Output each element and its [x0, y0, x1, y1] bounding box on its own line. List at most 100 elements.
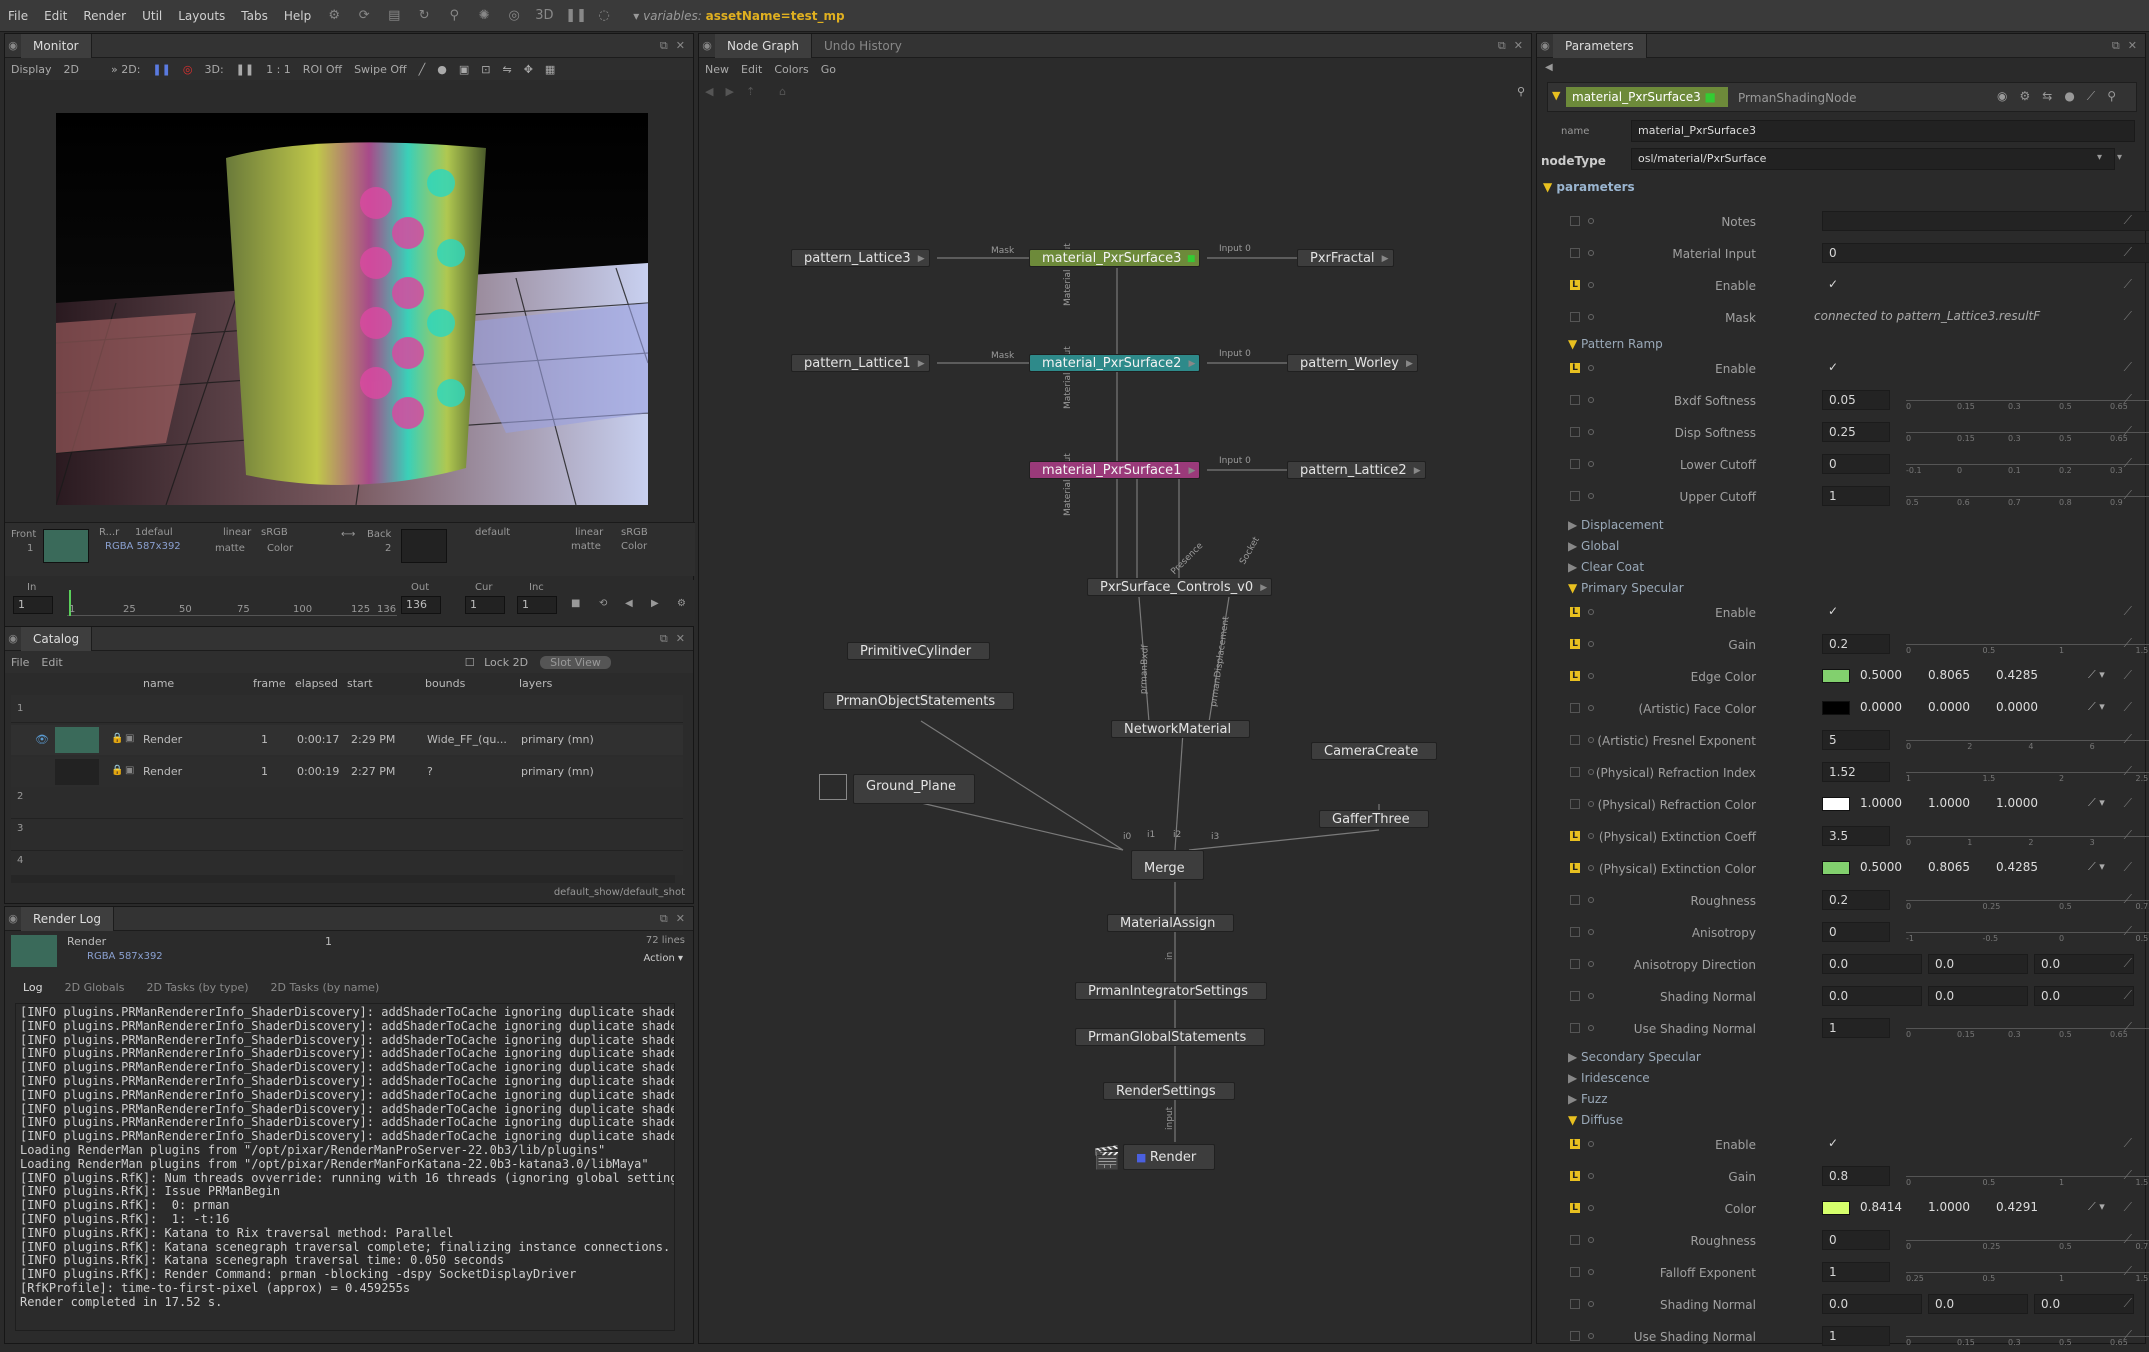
param-slider[interactable]	[1906, 1336, 2149, 1337]
back-default[interactable]: default	[475, 527, 510, 538]
collapsed-group[interactable]: ▶ Secondary Specular	[1568, 1050, 1701, 1064]
crosshair-icon[interactable]: ✥	[518, 63, 539, 76]
copy-icon[interactable]: ▣	[453, 63, 475, 76]
param-value-field[interactable]: 0.25	[1822, 422, 1890, 442]
vector-field[interactable]: 0.0	[1822, 1294, 1922, 1314]
catalog-hscrollbar[interactable]	[11, 875, 675, 883]
param-value-field[interactable]: 0	[1822, 922, 1890, 942]
param-slider[interactable]	[1906, 900, 2149, 901]
node-pattern-lattice1[interactable]: pattern_Lattice1▶	[791, 354, 930, 372]
param-value-field[interactable]: 0	[1822, 243, 2149, 263]
pin-icon[interactable]: ⟋	[2124, 700, 2132, 715]
action-menu[interactable]: Action ▾	[643, 953, 683, 964]
timeline-track[interactable]: 1 25 50 75 100 125 136	[67, 590, 397, 616]
param-value-field[interactable]: 0	[1822, 454, 1890, 474]
pause-icon[interactable]: ❚❚	[565, 7, 583, 25]
node-prman-object-statements[interactable]: PrmanObjectStatements	[823, 692, 1014, 710]
node-material-pxrsurface2[interactable]: material_PxrSurface2▶	[1029, 354, 1200, 372]
pin-icon[interactable]: ⟋	[2124, 1136, 2132, 1151]
roi-menu[interactable]: ROI Off	[297, 63, 348, 76]
pin-icon[interactable]: ⟋	[2124, 245, 2132, 260]
pin-icon[interactable]: ⟋	[2124, 360, 2132, 375]
stop-icon[interactable]: ◌	[595, 7, 613, 25]
param-slider[interactable]	[1906, 400, 2149, 401]
back-thumbnail[interactable]	[401, 529, 447, 563]
pin-icon[interactable]: ⟋	[2124, 424, 2132, 439]
param-value-field[interactable]: 1.52	[1822, 762, 1890, 782]
param-value-field[interactable]: 0.2	[1822, 890, 1890, 910]
param-slider[interactable]	[1906, 644, 2149, 645]
color-swatch[interactable]	[1822, 669, 1850, 683]
tab-monitor[interactable]: Monitor	[21, 34, 92, 58]
lock-toggle[interactable]: L	[1570, 671, 1580, 681]
param-slider[interactable]	[1906, 932, 2149, 933]
tab-parameters[interactable]: Parameters	[1553, 34, 1647, 58]
color-channel-b[interactable]: 0.4291	[1996, 1200, 2038, 1214]
catalog-row[interactable]: 🔒 ▣ Render 1 0:00:19 2:27 PM ? primary (…	[11, 757, 683, 787]
lock-icon[interactable]: 🔒	[111, 733, 123, 744]
pin-icon[interactable]: ⟋	[2124, 668, 2132, 683]
catalog-row[interactable]: 2	[11, 789, 683, 819]
param-slider[interactable]	[1906, 496, 2149, 497]
tab-2d-tasks-name[interactable]: 2D Tasks (by name)	[271, 981, 380, 1001]
save-small-icon[interactable]: ▣	[125, 733, 134, 744]
back-srgb[interactable]: sRGB	[621, 527, 648, 538]
params-back-icon[interactable]: ◀	[1545, 62, 1553, 73]
param-value-field[interactable]: 0.8	[1822, 1166, 1890, 1186]
col-frame[interactable]: frame	[253, 677, 286, 690]
lock-toggle[interactable]: L	[1570, 280, 1580, 290]
vector-field[interactable]: 0.0	[1928, 954, 2028, 974]
diffuse-header[interactable]: ▼ Diffuse	[1568, 1113, 1623, 1127]
menu-edit[interactable]: Edit	[36, 9, 75, 23]
col-bounds[interactable]: bounds	[425, 677, 465, 690]
pin-icon[interactable]: ⟋	[2124, 1020, 2132, 1035]
zoom-ratio[interactable]: 1 : 1	[260, 63, 297, 76]
variables-dropdown[interactable]: ▾ variables: assetName=test_mp	[633, 9, 844, 23]
color-channel-r[interactable]: 0.5000	[1860, 668, 1902, 682]
vector-field[interactable]: 0.0	[2034, 986, 2134, 1006]
vector-field[interactable]: 0.0	[2034, 1294, 2134, 1314]
pin-icon[interactable]: ⟋	[2124, 796, 2132, 811]
param-slider[interactable]	[1906, 1240, 2149, 1241]
lock-toggle[interactable]	[1570, 395, 1580, 405]
pen-icon[interactable]: ╱	[413, 63, 432, 76]
color-channel-b[interactable]: 0.4285	[1996, 668, 2038, 682]
color-picker-icon[interactable]: ⟋ ▾	[2088, 860, 2105, 874]
primary-specular-header[interactable]: ▼ Primary Specular	[1568, 581, 1684, 595]
pin-icon[interactable]: ⟋	[2124, 764, 2132, 779]
color-swatch[interactable]	[1822, 1201, 1850, 1215]
params-close-icon[interactable]: ✕	[2128, 39, 2137, 53]
pin-icon[interactable]: ⟋	[2124, 828, 2132, 843]
catalog-row[interactable]: 3	[11, 821, 683, 851]
param-value-field[interactable]: ✓	[1822, 275, 1844, 295]
node-network-material[interactable]: NetworkMaterial	[1111, 720, 1250, 738]
mode-2d[interactable]: 2D	[58, 63, 85, 76]
lock-toggle[interactable]	[1570, 799, 1580, 809]
save-small-icon[interactable]: ▣	[125, 765, 134, 776]
pause-2d-icon[interactable]: ❚❚	[146, 63, 176, 76]
node-pxrsurface-controls[interactable]: PxrSurface_Controls_v0▶	[1087, 578, 1272, 596]
col-start[interactable]: start	[347, 677, 373, 690]
settings-small-icon[interactable]: ⚙	[677, 598, 686, 609]
node-material-pxrsurface1[interactable]: material_PxrSurface1▶	[1029, 461, 1200, 479]
pin-icon[interactable]: ⟋	[2124, 213, 2132, 228]
nodetype-dropdown-icon[interactable]: ▾	[2097, 152, 2102, 163]
param-value-field[interactable]: 5	[1822, 730, 1890, 750]
save-icon[interactable]: ▦	[539, 63, 561, 76]
parameters-group-header[interactable]: ▼ parameters	[1543, 180, 1635, 194]
back-matte[interactable]: matte	[571, 541, 601, 552]
lock-toggle[interactable]	[1570, 491, 1580, 501]
col-layers[interactable]: layers	[519, 677, 552, 690]
lock-toggle[interactable]: L	[1570, 863, 1580, 873]
lock-toggle[interactable]: L	[1570, 363, 1580, 373]
front-linear[interactable]: linear	[223, 527, 251, 538]
pin-icon[interactable]: ⟋	[2124, 732, 2132, 747]
param-value-field[interactable]: 1	[1822, 486, 1890, 506]
close-icon[interactable]: ✕	[676, 39, 685, 53]
vector-field[interactable]: 0.0	[1928, 986, 2028, 1006]
node-pattern-lattice3[interactable]: pattern_Lattice3▶	[791, 249, 930, 267]
pin-icon[interactable]: ⟋	[2124, 636, 2132, 651]
node-prman-integrator-settings[interactable]: PrmanIntegratorSettings	[1075, 982, 1267, 1000]
front-thumbnail[interactable]	[43, 529, 89, 563]
collapsed-group[interactable]: ▶ Clear Coat	[1568, 560, 1644, 574]
